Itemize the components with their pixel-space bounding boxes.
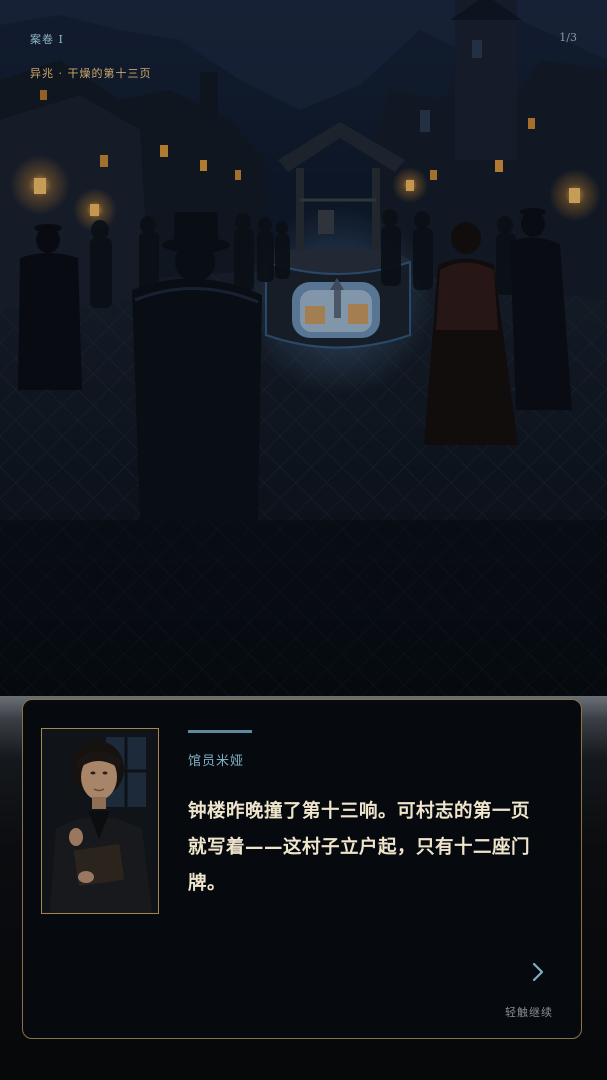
scene-illustration: 案卷 I 1/3 异兆 · 干燥的第十三页 — [0, 0, 607, 696]
chevron-right-icon[interactable] — [526, 958, 550, 986]
village-square-night-illustration — [0, 0, 607, 696]
scene-subtitle: 异兆 · 干燥的第十三页 — [30, 67, 152, 80]
continue-label[interactable]: 轻触继续 — [505, 1004, 553, 1020]
dialog-text: 钟楼昨晚撞了第十三响。可村志的第一页就写着——这村子立户起，只有十二座门牌。 — [188, 801, 531, 894]
librarian-portrait — [42, 729, 158, 913]
dialog-box[interactable]: 馆员米娅 钟楼昨晚撞了第十三响。可村志的第一页就写着——这村子立户起，只有十二座… — [22, 699, 582, 1039]
speaker-portrait — [41, 728, 159, 914]
speaker-name: 馆员米娅 — [188, 754, 245, 769]
speaker-divider — [188, 730, 252, 733]
chapter-label: 案卷 I — [30, 33, 64, 46]
page-indicator: 1/3 — [559, 31, 577, 44]
